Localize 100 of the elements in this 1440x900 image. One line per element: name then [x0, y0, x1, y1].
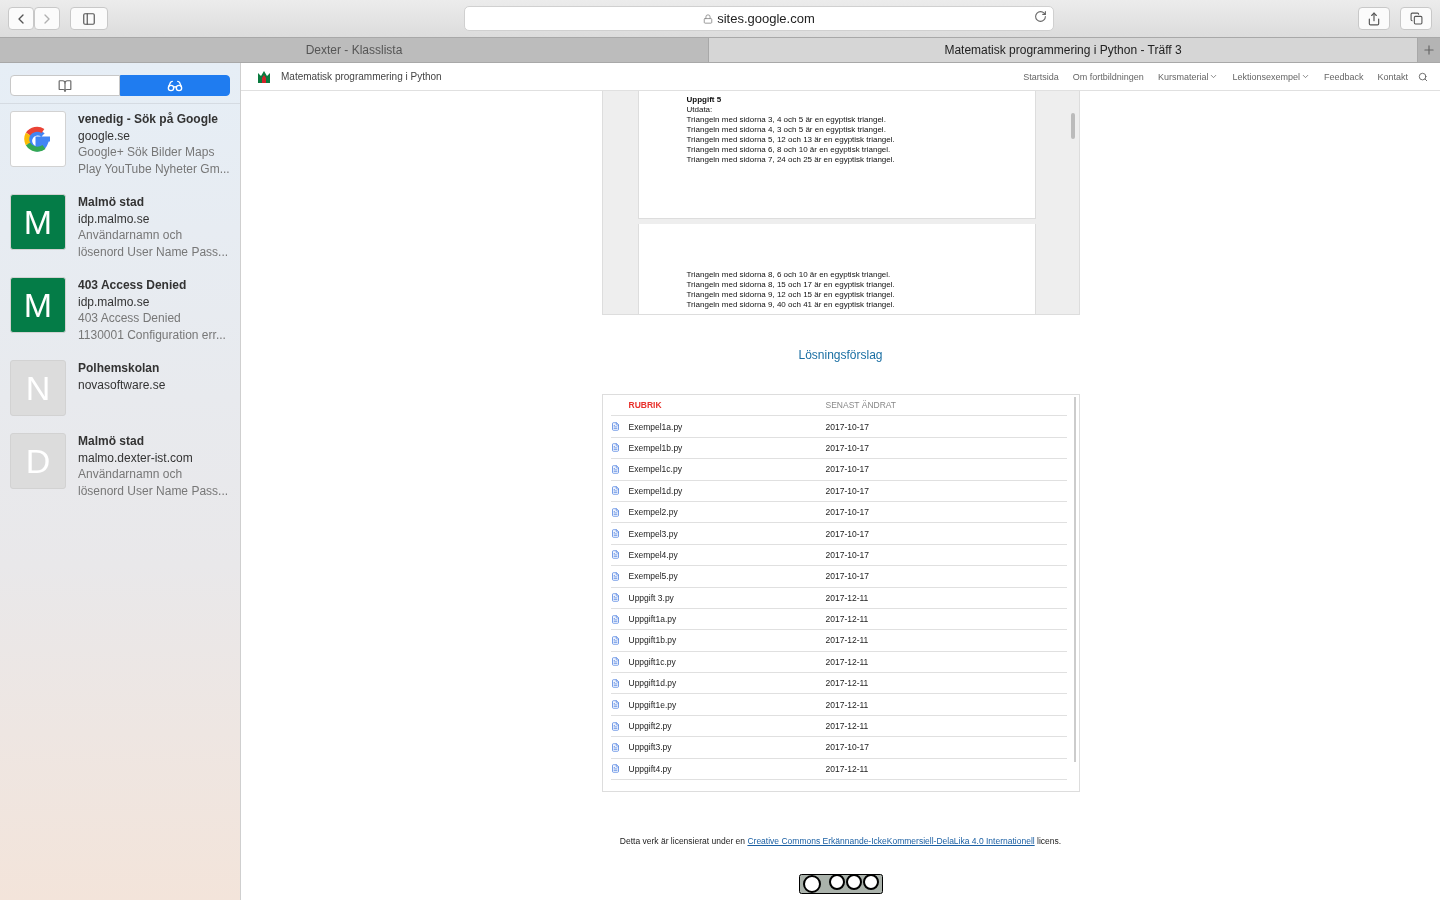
section-heading: Lösningsförslag	[798, 348, 883, 362]
document-line: Triangeln med sidorna 6, 8 och 10 är en egyptisk triangel.	[686, 145, 892, 155]
modified-date: 2017-12-11	[825, 678, 870, 689]
document-line: Triangeln med sidorna 5, 12 och 13 är en egyptisk triangel.	[686, 135, 896, 145]
file-icon	[610, 486, 620, 496]
share-button[interactable]	[1358, 7, 1390, 30]
site-title[interactable]: Matematisk programmering i Python	[281, 71, 442, 82]
item-title[interactable]: Malmö stad	[78, 194, 229, 211]
plus-icon	[1422, 43, 1436, 57]
file-name[interactable]: Exempel1d.py	[628, 485, 826, 496]
document-line: Triangeln med sidorna 3, 4 och 5 är en egyptisk triangel.	[686, 115, 887, 125]
file-name[interactable]: Uppgift2.py	[628, 721, 826, 732]
item-description: 403 Access Denied	[78, 310, 182, 327]
license-link[interactable]: Creative Commons Erkännande-IckeKommersiell-DelaLika 4.0 Internationell	[747, 836, 1035, 846]
modified-date: 2017-12-11	[825, 721, 870, 732]
sidebar-segment[interactable]	[120, 75, 230, 96]
file-name[interactable]: Uppgift1e.py	[628, 699, 826, 710]
modified-date: 2017-10-17	[825, 421, 870, 432]
site-thumbnail[interactable]: M	[10, 194, 66, 250]
nav-link[interactable]: Lektionsexempel	[1232, 71, 1310, 82]
file-name[interactable]: Uppgift4.py	[628, 763, 826, 774]
modified-date: 2017-10-17	[825, 507, 870, 518]
new-tab-button[interactable]	[1418, 38, 1440, 62]
file-name[interactable]: Uppgift1a.py	[628, 614, 826, 625]
item-description: 1130001 Configuration err...	[78, 326, 226, 343]
file-name[interactable]: Exempel4.py	[628, 549, 826, 560]
file-icon	[610, 507, 620, 517]
document-heading: Uppgift 5	[686, 95, 723, 105]
item-title[interactable]: venedig - Sök på Google	[78, 111, 230, 128]
file-name[interactable]: Uppgift1c.py	[628, 656, 826, 667]
browser-tab[interactable]: Matematisk programmering i Python - Träff 3	[709, 38, 1418, 62]
file-name[interactable]: Uppgift3.py	[628, 742, 826, 753]
file-name[interactable]: Exempel5.py	[628, 571, 826, 582]
stacked-squares-icon	[1409, 12, 1423, 25]
modified-date: 2017-12-11	[825, 656, 870, 667]
share-icon	[1367, 11, 1381, 26]
modified-date: 2017-10-17	[825, 485, 870, 496]
forward-button[interactable]	[34, 7, 60, 30]
item-description: Google+ Sök Bilder Maps	[78, 144, 216, 161]
column-header[interactable]: SENAST ÄNDRAT	[825, 400, 1067, 411]
file-icon	[610, 678, 620, 688]
file-icon	[610, 614, 620, 624]
file-icon	[610, 422, 620, 432]
caret-icon	[1209, 72, 1219, 81]
file-icon	[610, 636, 620, 645]
sidebar-icon	[82, 11, 96, 26]
address-field[interactable]: sites.google.com	[464, 6, 1054, 31]
item-title[interactable]: 403 Access Denied	[78, 277, 226, 294]
nav-link[interactable]: Om fortbildningen	[1072, 71, 1144, 82]
item-title[interactable]: Malmö stad	[78, 433, 229, 450]
item-domain: idp.malmo.se	[78, 293, 151, 310]
nav-link[interactable]: Feedback	[1323, 71, 1364, 82]
site-logo-icon	[257, 69, 271, 84]
site-thumbnail[interactable]	[10, 111, 66, 167]
file-name[interactable]: Uppgift 3.py	[628, 592, 826, 603]
modified-date: 2017-10-17	[825, 528, 870, 539]
search-icon[interactable]	[1418, 71, 1428, 82]
modified-date: 2017-10-17	[825, 464, 870, 475]
item-description: Användarnamn och	[78, 466, 184, 483]
file-icon	[610, 742, 620, 752]
document-line: Triangeln med sidorna 9, 40 och 41 är en egyptisk triangel.	[686, 300, 896, 310]
file-icon	[610, 593, 620, 603]
file-name[interactable]: Exempel3.py	[628, 528, 826, 539]
item-domain: google.se	[78, 127, 132, 144]
file-icon	[610, 464, 620, 474]
modified-date: 2017-12-11	[825, 614, 870, 625]
modified-date: 2017-10-17	[825, 549, 870, 560]
file-name[interactable]: Uppgift1d.py	[628, 678, 826, 689]
back-button[interactable]	[8, 7, 34, 30]
document-line: Triangeln med sidorna 8, 15 och 17 är en egyptisk triangel.	[686, 280, 896, 290]
file-name[interactable]: Exempel1b.py	[628, 442, 826, 453]
file-name[interactable]: Exempel1c.py	[628, 464, 826, 475]
document-line: Utdata:	[686, 105, 714, 115]
modified-date: 2017-12-11	[825, 763, 870, 774]
nav-link[interactable]: Startsida	[1023, 71, 1059, 82]
scrollbar-thumb[interactable]	[1073, 397, 1076, 762]
scrollbar-thumb[interactable]	[1070, 113, 1075, 139]
column-header[interactable]: RUBRIK	[628, 400, 826, 411]
file-name[interactable]: Exempel1a.py	[628, 421, 826, 432]
nav-link[interactable]: Kontakt	[1377, 71, 1408, 82]
tabs-overview-button[interactable]	[1400, 7, 1432, 30]
item-domain: malmo.dexter-ist.com	[78, 449, 194, 466]
modified-date: 2017-10-17	[825, 571, 870, 582]
sidebar-toggle-button[interactable]	[70, 7, 108, 30]
document-line: Triangeln med sidorna 7, 24 och 25 är en egyptisk triangel.	[686, 155, 896, 165]
document-line: Triangeln med sidorna 8, 6 och 10 är en egyptisk triangel.	[686, 270, 892, 280]
modified-date: 2017-10-17	[825, 442, 870, 453]
modified-date: 2017-12-11	[825, 592, 870, 603]
item-description: Play YouTube Nyheter Gm...	[78, 160, 230, 177]
file-name[interactable]: Uppgift1b.py	[628, 635, 826, 646]
file-icon	[610, 443, 620, 453]
file-icon	[610, 657, 620, 667]
site-thumbnail[interactable]: M	[10, 277, 66, 333]
document-line: Triangeln med sidorna 9, 12 och 15 är en egyptisk triangel.	[686, 290, 896, 300]
nav-link[interactable]: Kursmaterial	[1157, 71, 1219, 82]
license-text: Detta verk är licensierat under en Creative Commons Erkännande-IckeKommersiell-DelaLika 4.0 Internationell licens.	[619, 836, 1062, 846]
file-name[interactable]: Exempel2.py	[628, 507, 826, 518]
item-title[interactable]: Polhemskolan	[78, 360, 166, 377]
reload-icon[interactable]	[1034, 10, 1047, 23]
sidebar-segment[interactable]	[10, 75, 120, 96]
